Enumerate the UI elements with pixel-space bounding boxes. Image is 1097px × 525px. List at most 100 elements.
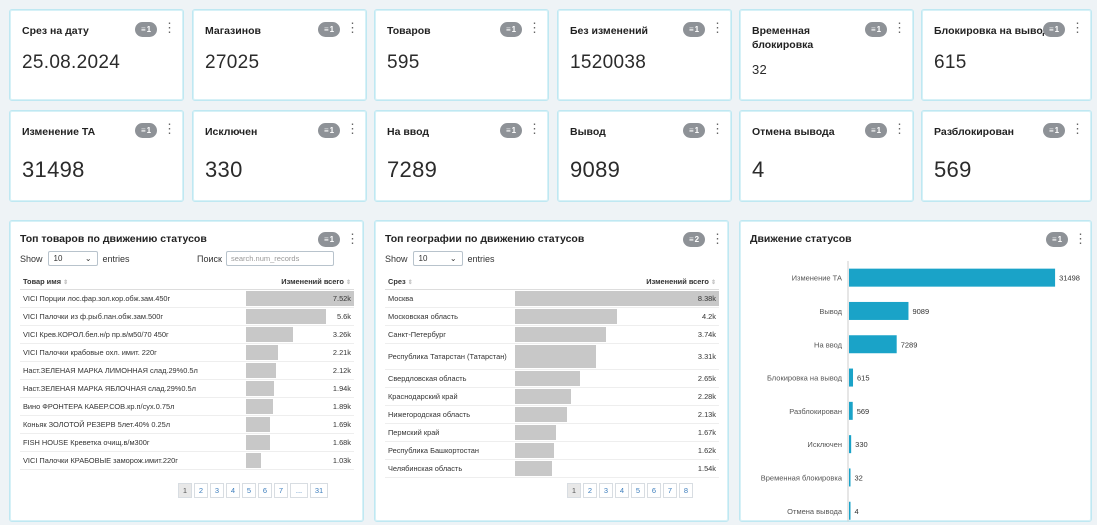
products-search: Поиск search.num_records bbox=[197, 251, 334, 266]
page-button[interactable]: 5 bbox=[242, 483, 256, 498]
more-menu-icon[interactable]: ⋮ bbox=[346, 232, 359, 248]
table-row[interactable]: VICI Палочки КРАБОВЫЕ заморож.имит.220г 1… bbox=[20, 451, 354, 470]
table-row[interactable]: Москва 8.38k bbox=[385, 289, 719, 308]
dashboard: Срез на дату ≡ 1 ⋮ 25.08.2024 Магазинов ≡ 1 ⋮ 270… bbox=[0, 0, 1097, 525]
filter-badge[interactable]: ≡ 1 bbox=[318, 22, 340, 37]
more-menu-icon[interactable]: ⋮ bbox=[346, 122, 359, 138]
col-header-name[interactable]: Товар имя ⇕ bbox=[20, 275, 246, 290]
table-row[interactable]: Коньяк ЗОЛОТОЙ РЕЗЕРВ 5лет.40% 0.25л 1.69… bbox=[20, 415, 354, 434]
row-value: 1.03k bbox=[332, 455, 351, 465]
filter-badge[interactable]: ≡ 1 bbox=[500, 123, 522, 138]
filter-badge[interactable]: ≡ 1 bbox=[500, 22, 522, 37]
row-name: Республика Башкортостан bbox=[385, 441, 515, 460]
more-menu-icon[interactable]: ⋮ bbox=[893, 21, 906, 37]
more-menu-icon[interactable]: ⋮ bbox=[1071, 122, 1084, 138]
table-row[interactable]: Челябинская область 1.54k bbox=[385, 459, 719, 478]
row-value: 1.67k bbox=[697, 427, 716, 437]
entries-select[interactable]: 10 ⌄ bbox=[47, 251, 98, 266]
row-name: Республика Татарстан (Татарстан) bbox=[385, 343, 515, 370]
filter-badge[interactable]: ≡ 1 bbox=[1043, 22, 1065, 37]
y-category-label: Блокировка на вывод bbox=[767, 374, 843, 383]
page-button[interactable]: 8 bbox=[679, 483, 693, 498]
more-menu-icon[interactable]: ⋮ bbox=[1071, 21, 1084, 37]
kpi-title: Изменение ТА bbox=[22, 126, 96, 138]
page-button[interactable]: 7 bbox=[274, 483, 288, 498]
filter-icon: ≡ bbox=[870, 25, 876, 34]
filter-icon: ≡ bbox=[870, 126, 876, 135]
page-button[interactable]: 4 bbox=[226, 483, 240, 498]
table-row[interactable]: Пермский край 1.67k bbox=[385, 423, 719, 442]
page-button[interactable]: 3 bbox=[599, 483, 613, 498]
page-button[interactable]: 7 bbox=[663, 483, 677, 498]
table-row[interactable]: Республика Татарстан (Татарстан) 3.31k bbox=[385, 343, 719, 370]
row-value: 3.31k bbox=[697, 351, 716, 361]
table-row[interactable]: VICI Крев.КОРОЛ.бел.н/р пр.в/м50/70 450г… bbox=[20, 325, 354, 344]
row-value-cell: 5.6k bbox=[246, 307, 354, 326]
filter-badge[interactable]: ≡ 1 bbox=[1043, 123, 1065, 138]
filter-badge[interactable]: ≡ 2 bbox=[683, 232, 705, 247]
entries-select[interactable]: 10 ⌄ bbox=[412, 251, 463, 266]
more-menu-icon[interactable]: ⋮ bbox=[711, 122, 724, 138]
page-button[interactable]: 2 bbox=[194, 483, 208, 498]
page-button[interactable]: 1 bbox=[567, 483, 581, 498]
table-row[interactable]: Краснодарский край 2.28k bbox=[385, 387, 719, 406]
page-button[interactable]: 2 bbox=[583, 483, 597, 498]
filter-badge[interactable]: ≡ 1 bbox=[318, 123, 340, 138]
kpi-title: Временная блокировка bbox=[752, 25, 814, 51]
row-value-cell: 2.28k bbox=[515, 387, 719, 406]
page-button[interactable]: 6 bbox=[647, 483, 661, 498]
filter-badge[interactable]: ≡ 1 bbox=[865, 22, 887, 37]
more-menu-icon[interactable]: ⋮ bbox=[711, 232, 724, 248]
table-row[interactable]: VICI Палочки крабовые охл. имит. 220г 2.2… bbox=[20, 343, 354, 362]
filter-badge[interactable]: ≡ 1 bbox=[135, 22, 157, 37]
table-row[interactable]: Вино ФРОНТЕРА КАБЕР.СОВ.кр.п/сух.0.75л 1.… bbox=[20, 397, 354, 416]
more-menu-icon[interactable]: ⋮ bbox=[163, 21, 176, 37]
col-header-value[interactable]: Изменений всего ⇕ bbox=[246, 275, 354, 290]
more-menu-icon[interactable]: ⋮ bbox=[346, 21, 359, 37]
more-menu-icon[interactable]: ⋮ bbox=[528, 122, 541, 138]
table-row[interactable]: VICI Порции лос.фар.зол.кор.обж.зам.450г… bbox=[20, 289, 354, 308]
row-value-bar bbox=[246, 344, 278, 360]
table-row[interactable]: Санкт-Петербург 3.74k bbox=[385, 325, 719, 344]
bar-value-label: 32 bbox=[855, 473, 863, 482]
page-button[interactable]: 1 bbox=[178, 483, 192, 498]
filter-badge[interactable]: ≡ 1 bbox=[683, 22, 705, 37]
table-row[interactable]: Нижегородская область 2.13k bbox=[385, 405, 719, 424]
page-button[interactable]: 3 bbox=[210, 483, 224, 498]
row-value-bar bbox=[246, 362, 277, 378]
row-value-cell: 1.69k bbox=[246, 415, 354, 434]
row-value-cell: 1.03k bbox=[246, 451, 354, 470]
table-row[interactable]: Свердловская область 2.65k bbox=[385, 369, 719, 388]
col-header-value[interactable]: Изменений всего ⇕ bbox=[515, 275, 719, 290]
row-value-bar bbox=[246, 434, 271, 450]
page-button[interactable]: 5 bbox=[631, 483, 645, 498]
table-row[interactable]: Республика Башкортостан 1.62k bbox=[385, 441, 719, 460]
row-name: Свердловская область bbox=[385, 369, 515, 388]
more-menu-icon[interactable]: ⋮ bbox=[163, 122, 176, 138]
more-menu-icon[interactable]: ⋮ bbox=[711, 21, 724, 37]
chart-bar bbox=[849, 268, 1056, 287]
filter-badge[interactable]: ≡ 1 bbox=[683, 123, 705, 138]
table-row[interactable]: FISH HOUSE Креветка очищ.в/м300г 1.68k bbox=[20, 433, 354, 452]
filter-badge[interactable]: ≡ 1 bbox=[865, 123, 887, 138]
page-button[interactable]: 6 bbox=[258, 483, 272, 498]
bar-value-label: 615 bbox=[857, 374, 870, 383]
filter-icon: ≡ bbox=[688, 235, 694, 244]
table-row[interactable]: VICI Палочки из ф.рыб.пан.обж.зам.500г 5.… bbox=[20, 307, 354, 326]
search-input[interactable]: search.num_records bbox=[225, 251, 334, 266]
page-button[interactable]: ... bbox=[290, 483, 308, 498]
table-row[interactable]: Наст.ЗЕЛЕНАЯ МАРКА ЛИМОННАЯ слад.29%0.5л… bbox=[20, 361, 354, 380]
row-value: 3.26k bbox=[332, 329, 351, 339]
kpi-card: Блокировка на вывод ≡ 1 ⋮ 615 bbox=[921, 9, 1092, 101]
more-menu-icon[interactable]: ⋮ bbox=[528, 21, 541, 37]
row-value-bar bbox=[246, 398, 274, 414]
page-button[interactable]: 4 bbox=[615, 483, 629, 498]
table-row[interactable]: Наст.ЗЕЛЕНАЯ МАРКА ЯБЛОЧНАЯ слад.29%0.5л… bbox=[20, 379, 354, 398]
filter-badge[interactable]: ≡ 1 bbox=[318, 232, 340, 247]
kpi-title: Товаров bbox=[387, 25, 431, 37]
page-button[interactable]: 31 bbox=[310, 483, 328, 498]
more-menu-icon[interactable]: ⋮ bbox=[893, 122, 906, 138]
table-row[interactable]: Московская область 4.2k bbox=[385, 307, 719, 326]
col-header-name[interactable]: Срез ⇕ bbox=[385, 275, 515, 290]
filter-badge[interactable]: ≡ 1 bbox=[135, 123, 157, 138]
